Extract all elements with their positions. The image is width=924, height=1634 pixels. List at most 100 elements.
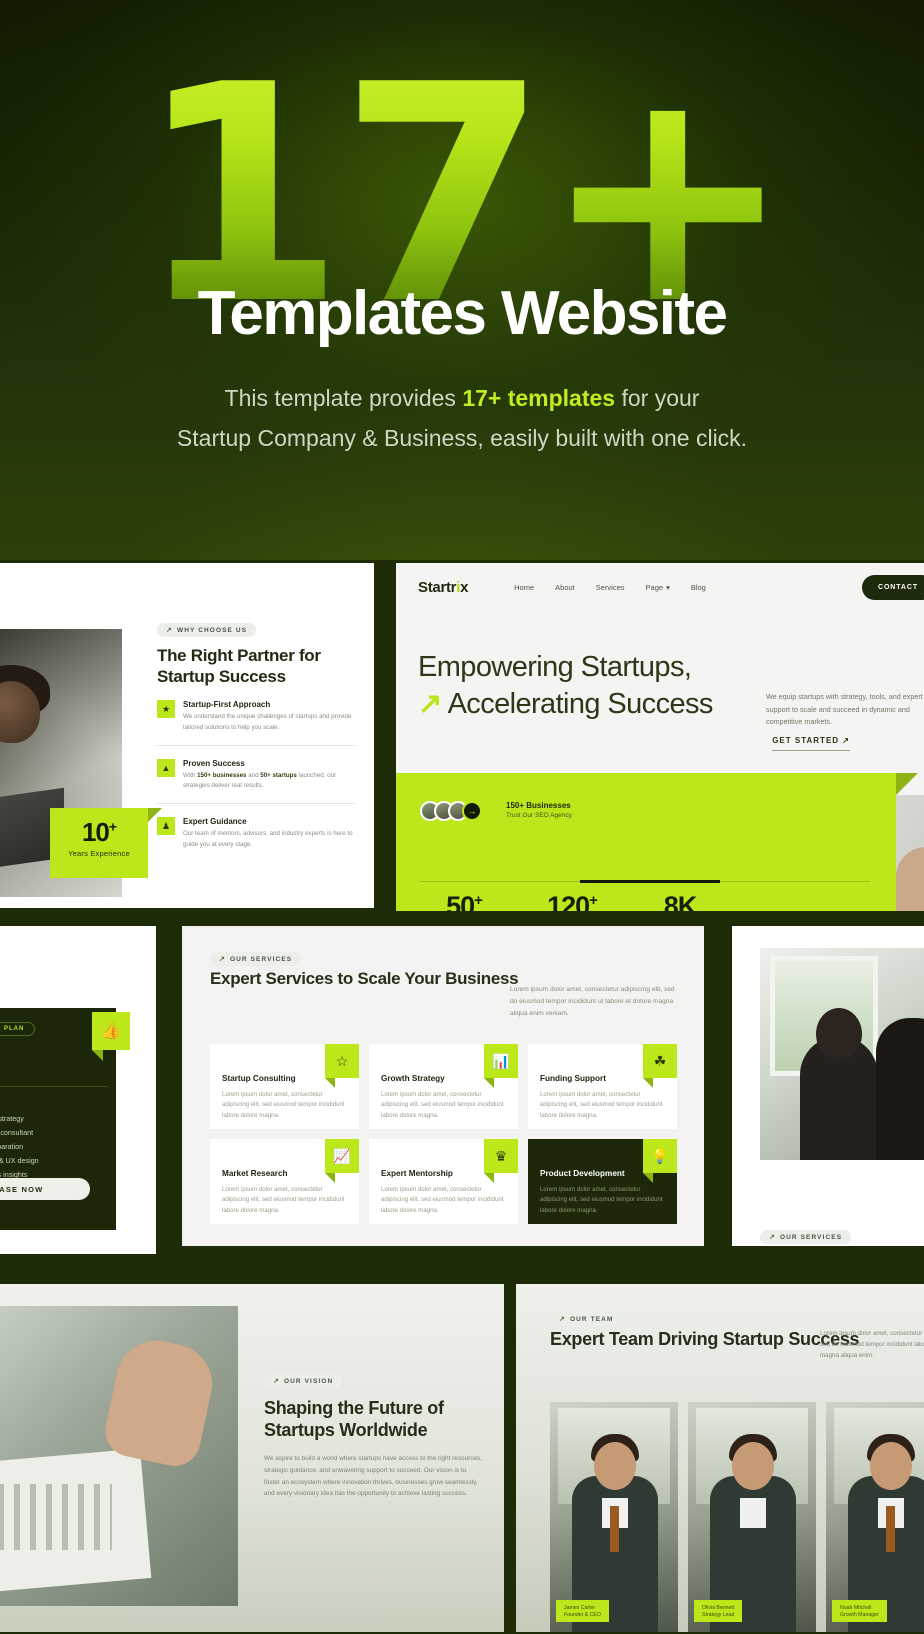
startrix-navbar: Startrix Home About Services Page ▾ Blog … (396, 563, 924, 611)
template-card-startrix-hero[interactable]: Startrix Home About Services Page ▾ Blog … (396, 563, 924, 911)
nav-label: Services (595, 582, 625, 592)
service-card-product-development[interactable]: 💡 Product Development Lorem ipsum dolor … (528, 1139, 677, 1224)
purchase-now-button[interactable]: PURCHASE NOW (0, 1178, 90, 1200)
stat-value: 50 (446, 891, 475, 911)
hero-sub-post: for your (615, 385, 700, 411)
team-member-card[interactable]: Noah Mitchell Growth Manager (826, 1402, 924, 1632)
startrix-menu: Home About Services Page ▾ Blog (514, 583, 706, 592)
service-desc: Lorem ipsum dolor amet, consectetur adip… (381, 1091, 504, 1119)
nav-label: Home (514, 582, 535, 592)
hero-subtitle: This template provides 17+ templates for… (80, 378, 844, 459)
feature-title: Startup-First Approach (183, 700, 271, 710)
service-desc: Lorem ipsum dolor amet, consectetur adip… (222, 1186, 345, 1214)
service-desc: Lorem ipsum dolor amet, consectetur adip… (540, 1091, 663, 1119)
photo-head-shape (732, 1442, 774, 1490)
list-item: Full-scale growth strategy (0, 1114, 24, 1123)
startrix-logo[interactable]: Startrix (418, 579, 468, 596)
member-name: Noah Mitchell (840, 1605, 872, 1611)
desc-mid: and (246, 771, 261, 779)
service-card-funding-support[interactable]: ☘ Funding Support Lorem ipsum dolor amet… (528, 1044, 677, 1129)
template-row-2: ENTERPRISE PLAN $180/ Month What's Inclu… (0, 920, 924, 1260)
startrix-paragraph: We equip startups with strategy, tools, … (766, 692, 923, 727)
photo-head-shape (594, 1442, 636, 1490)
photo-chart-shape (0, 1484, 112, 1550)
nav-item-page[interactable]: Page ▾ (646, 583, 670, 592)
service-card-expert-mentorship[interactable]: ♛ Expert Mentorship Lorem ipsum dolor am… (369, 1139, 518, 1224)
photo-person-shape (800, 1008, 878, 1160)
people-icon: ♟ (157, 817, 175, 836)
team-member-card[interactable]: James Carter Founder & CEO (550, 1402, 678, 1632)
arrow-up-right-icon: ↗ (166, 627, 173, 634)
nav-label: About (555, 582, 575, 592)
service-card-growth-strategy[interactable]: 📊 Growth Strategy Lorem ipsum dolor amet… (369, 1044, 518, 1129)
nav-label: Blog (690, 582, 706, 592)
team-grid: James Carter Founder & CEO Olivia Bennet… (550, 1402, 924, 1632)
divider (157, 803, 355, 805)
contact-button[interactable]: CONTACT (862, 574, 924, 600)
stats-row: 50+ 120+ 8K (410, 891, 880, 911)
template-card-pricing[interactable]: ENTERPRISE PLAN $180/ Month What's Inclu… (0, 926, 156, 1254)
template-card-why-choose-us[interactable]: 10+ Years Experience ↗ WHY CHOOSE US The… (0, 563, 374, 908)
feature-desc: With 150+ businesses and 50+ startups la… (183, 771, 355, 791)
avatar-group: → (420, 801, 482, 821)
member-role: Strategy Lead (702, 1612, 735, 1618)
startrix-photo (896, 795, 924, 911)
nav-item-services[interactable]: Services (596, 583, 625, 592)
template-card-meeting[interactable]: ↗ OUR SERVICES Expert Services (732, 926, 924, 1246)
service-card-startup-consulting[interactable]: ☆ Startup Consulting Lorem ipsum dolor a… (210, 1044, 359, 1129)
divider (157, 744, 355, 746)
photo-hand-shape (100, 1333, 220, 1471)
service-desc: Lorem ipsum dolor amet, consectetur adip… (540, 1186, 663, 1214)
why-pill: ↗ WHY CHOOSE US (157, 623, 257, 637)
photo-head-shape (870, 1442, 912, 1490)
hero-sub-pre: This template provides (224, 385, 463, 411)
template-card-vision[interactable]: ↗ OUR VISION Shaping the Future of Start… (0, 1284, 504, 1632)
stat-item: 50+ (410, 891, 518, 911)
stat-plus: + (474, 892, 483, 909)
feature-title: Proven Success (183, 758, 245, 768)
photo-person-shape (876, 1018, 924, 1160)
arrow-up-right-icon: ↗ (769, 1234, 776, 1241)
template-card-services[interactable]: ↗ OUR SERVICES Expert Services to Scale … (182, 926, 704, 1246)
photo-tie-shape (886, 1506, 895, 1552)
chart-up-icon: ▲ (157, 758, 175, 777)
team-paragraph: Lorem ipsum dolor amet, consectetur adip… (820, 1330, 924, 1360)
arrow-up-right-icon: ↗ (842, 736, 850, 745)
vision-content: ↗ OUR VISION Shaping the Future of Start… (264, 1370, 482, 1500)
divider (0, 1086, 108, 1087)
template-card-team[interactable]: ↗ OUR TEAM Expert Team Driving Startup S… (516, 1284, 924, 1632)
logo-accent-letter: i (456, 578, 461, 596)
chevron-down-icon: ▾ (666, 582, 670, 592)
avatar-arrow-button[interactable]: → (462, 801, 482, 821)
get-started-link[interactable]: GET STARTED ↗ (772, 736, 850, 751)
list-item: Dedicated startup consultant (0, 1128, 34, 1138)
feature-desc: We understand the unique challenges of s… (183, 713, 352, 731)
member-name: James Carter (564, 1605, 596, 1611)
arrow-up-right-icon: ↗ (559, 1316, 566, 1323)
bar-chart-icon: 📊 (484, 1044, 518, 1088)
services-paragraph: Lorem ipsum dolor amet, consectetur adip… (510, 986, 675, 1017)
why-heading: The Right Partner for Startup Success (157, 646, 321, 686)
feature-desc: Our team of mentors, advisors, and indus… (183, 830, 353, 848)
desc-bold-2: 50+ startups (260, 771, 297, 779)
hero-sub-highlight: 17+ templates (462, 385, 616, 411)
why-feature-1: ▲ Proven Success With 150+ businesses an… (157, 758, 355, 791)
photo-person-shape (896, 847, 924, 911)
presentation-icon: 📈 (325, 1139, 359, 1183)
hero-title: Templates Website (197, 279, 728, 348)
years-value: 10 (81, 817, 110, 847)
badge-icon: ♛ (484, 1139, 518, 1183)
vision-photo (0, 1306, 238, 1606)
globe-icon: ★ (157, 700, 175, 719)
money-plant-icon: ☘ (643, 1044, 677, 1088)
nav-item-about[interactable]: About (555, 583, 575, 592)
vision-pill-label: OUR VISION (283, 1377, 334, 1385)
service-card-market-research[interactable]: 📈 Market Research Lorem ipsum dolor amet… (210, 1139, 359, 1224)
nav-item-home[interactable]: Home (514, 583, 534, 592)
team-member-name-badge: Olivia Bennett Strategy Lead (694, 1600, 743, 1622)
team-member-card[interactable]: Olivia Bennett Strategy Lead (688, 1402, 816, 1632)
arrow-up-right-icon: ↗ (418, 688, 442, 721)
stat-item: 120+ (518, 891, 626, 911)
nav-item-blog[interactable]: Blog (691, 583, 706, 592)
hero-section: 17+ Templates Website This template prov… (0, 0, 924, 560)
